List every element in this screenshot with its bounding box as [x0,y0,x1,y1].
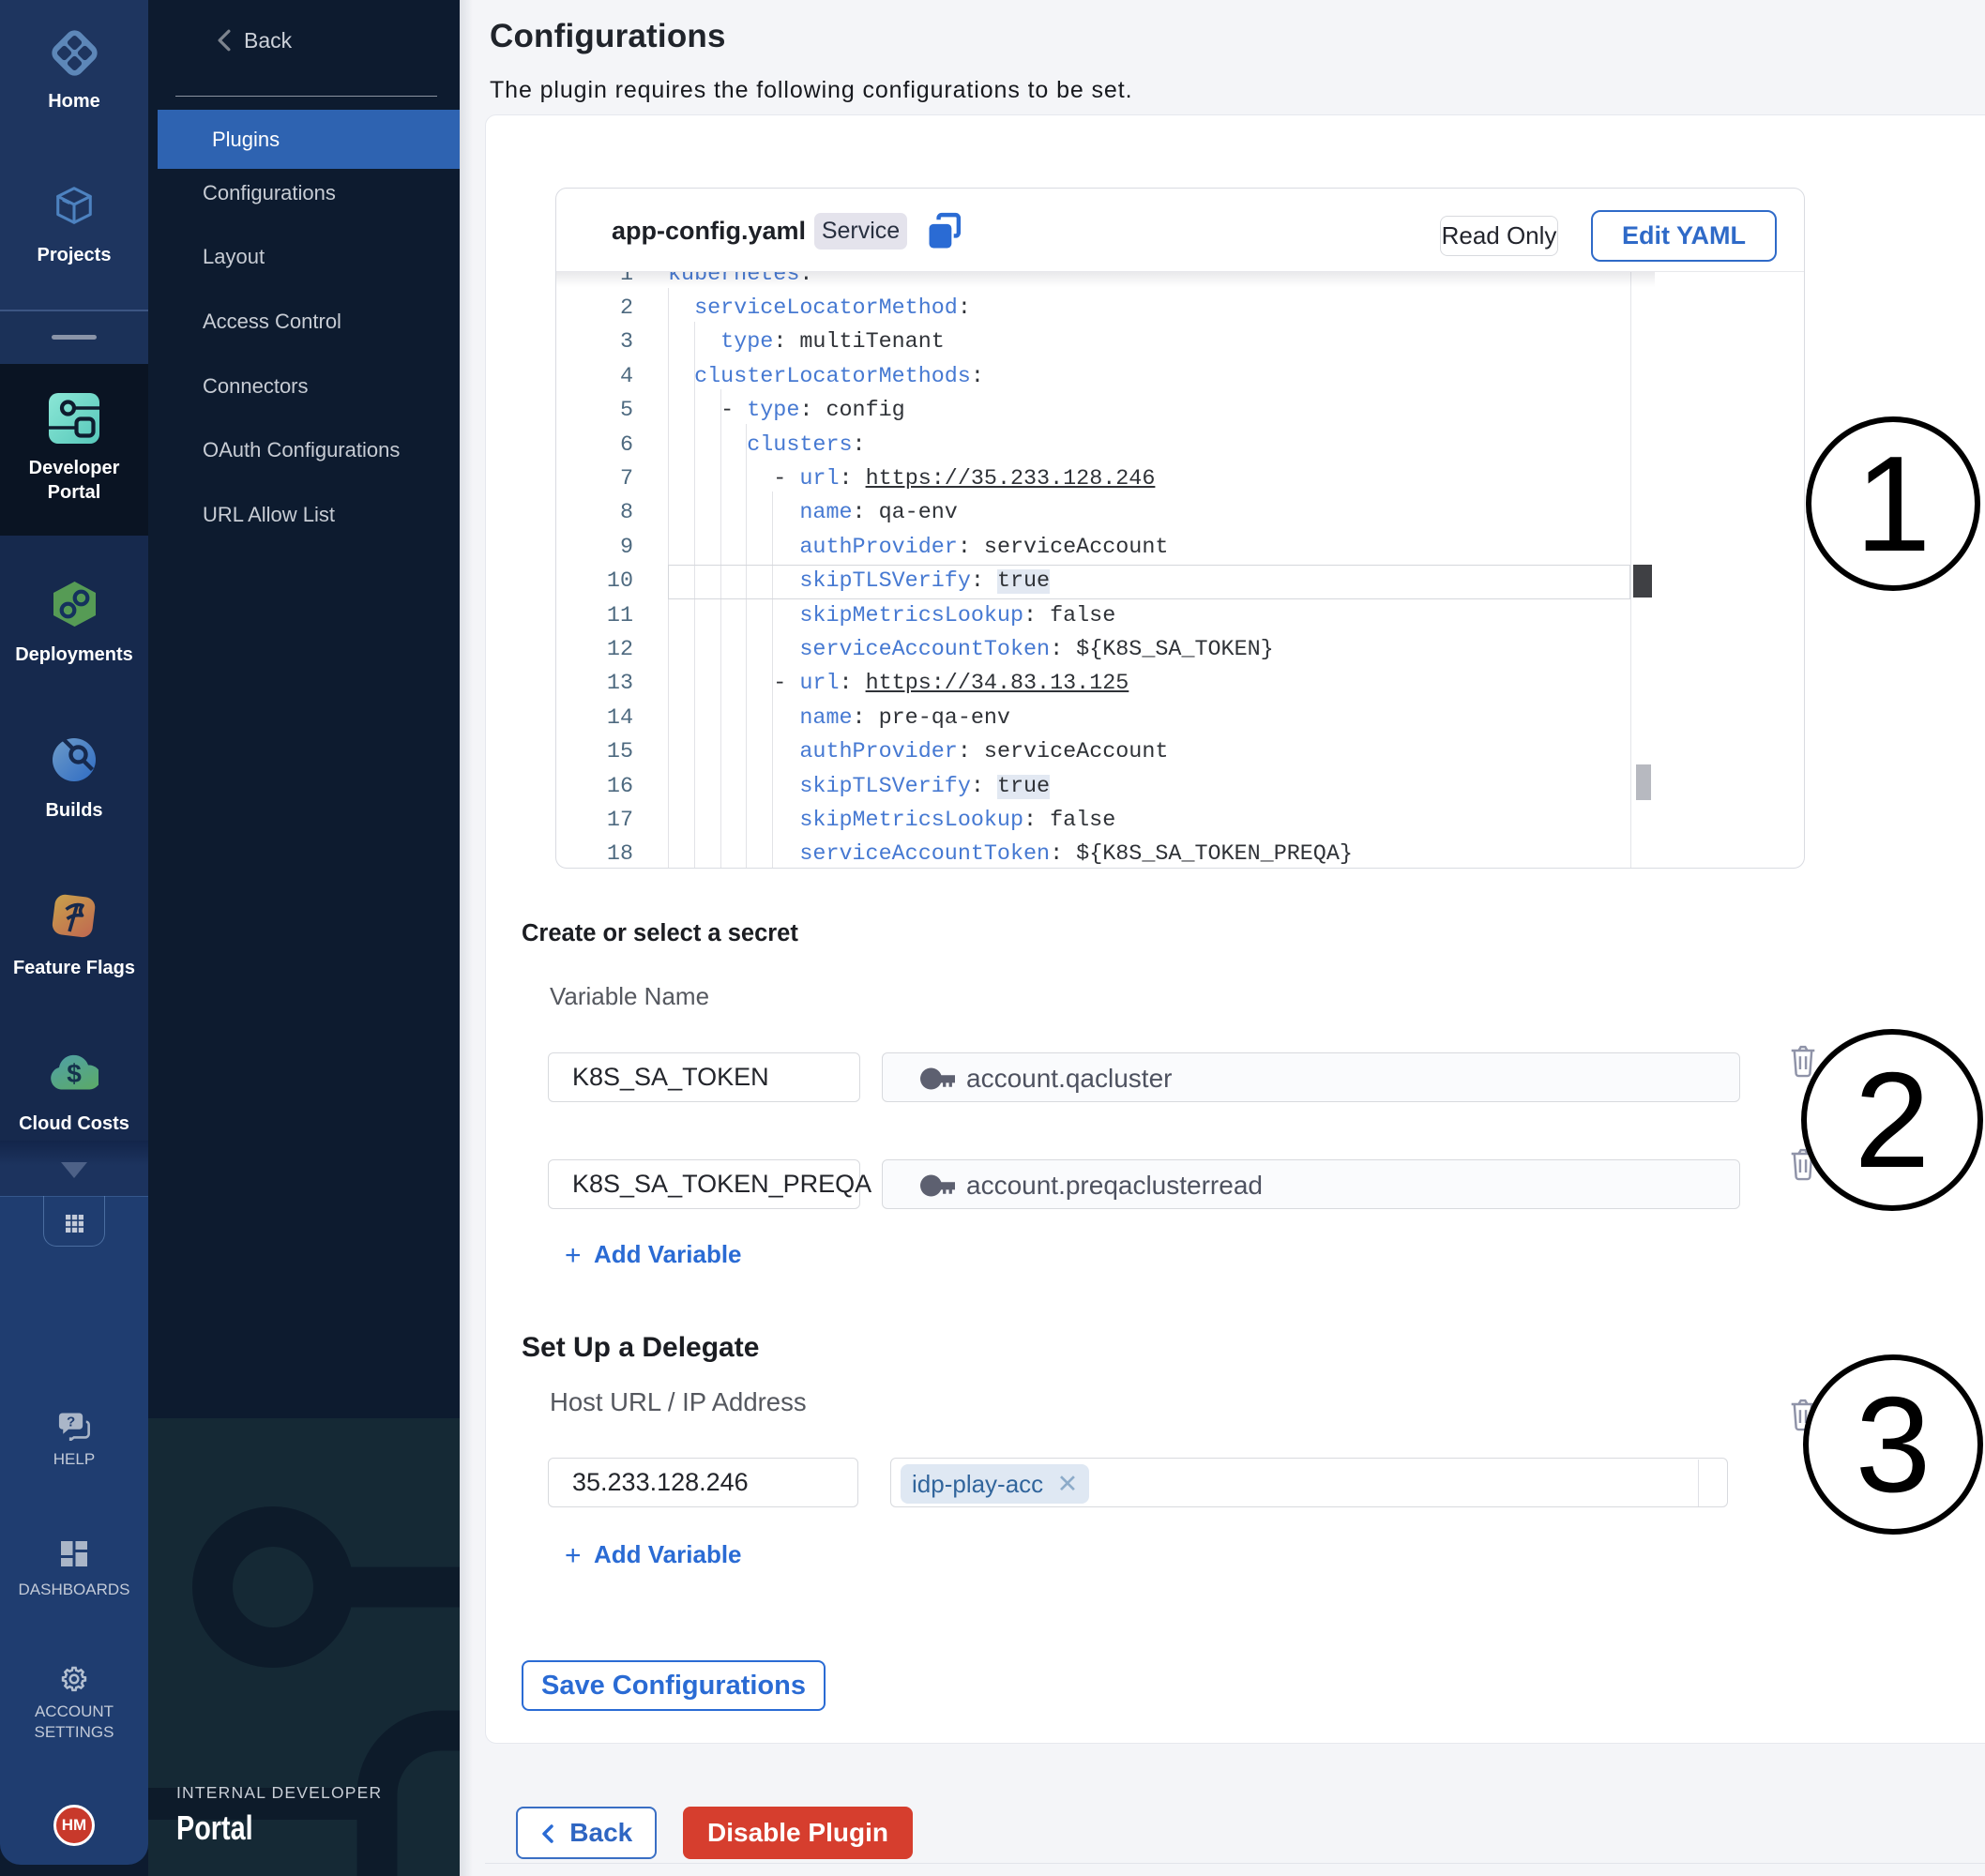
svg-text:$: $ [67,1059,82,1088]
svg-text:?: ? [66,1414,74,1430]
